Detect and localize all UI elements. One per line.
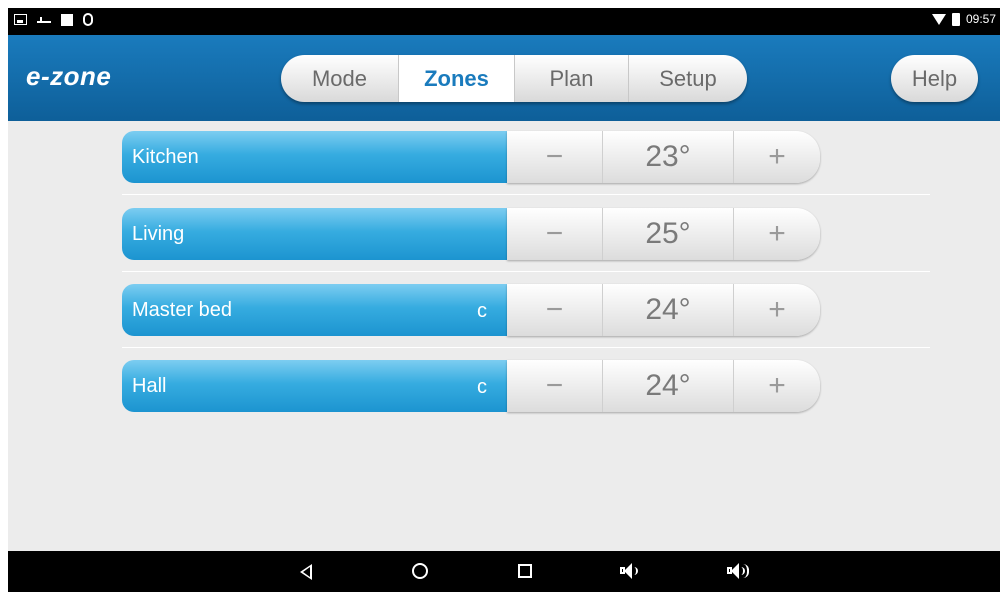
status-bar: 09:57	[8, 8, 1000, 35]
temperature-control: − 24° +	[507, 284, 820, 336]
tab-mode[interactable]: Mode	[281, 55, 399, 102]
divider	[122, 347, 930, 348]
tab-setup[interactable]: Setup	[629, 55, 747, 102]
zone-row-living: Living − 25° +	[122, 208, 820, 260]
help-button[interactable]: Help	[891, 55, 978, 102]
usb-icon	[37, 17, 51, 23]
recents-icon[interactable]	[518, 564, 532, 578]
zone-name: Kitchen	[132, 145, 199, 168]
image-icon	[14, 14, 27, 25]
zone-flag: c	[477, 300, 487, 322]
temperature-value: 24°	[603, 360, 734, 412]
wifi-icon	[931, 13, 946, 25]
back-icon[interactable]	[300, 564, 312, 580]
zone-name: Living	[132, 222, 185, 245]
divider	[122, 271, 930, 272]
temperature-value: 25°	[603, 208, 734, 260]
battery-icon	[951, 12, 960, 26]
screen: 09:57 e-zone Mode Zones Plan Setup Help …	[8, 8, 1000, 592]
zone-row-hall: Hall c − 24° +	[122, 360, 820, 412]
increase-button[interactable]: +	[734, 208, 820, 260]
home-icon[interactable]	[412, 563, 428, 579]
status-time: 09:57	[965, 12, 996, 26]
temperature-value: 24°	[603, 284, 734, 336]
increase-button[interactable]: +	[734, 284, 820, 336]
app-logo: e-zone	[26, 61, 112, 91]
tab-bar: Mode Zones Plan Setup	[281, 55, 747, 102]
app-bar: e-zone Mode Zones Plan Setup Help	[8, 35, 1000, 121]
temperature-control: − 24° +	[507, 360, 820, 412]
zone-row-kitchen: Kitchen − 23° +	[122, 131, 820, 183]
increase-button[interactable]: +	[734, 131, 820, 183]
zone-name-button[interactable]: Hall c	[122, 360, 507, 412]
increase-button[interactable]: +	[734, 360, 820, 412]
zone-row-master-bed: Master bed c − 24° +	[122, 284, 820, 336]
temperature-control: − 23° +	[507, 131, 820, 183]
tab-plan[interactable]: Plan	[515, 55, 629, 102]
zone-name-button[interactable]: Living	[122, 208, 507, 260]
zone-name: Master bed	[132, 298, 233, 321]
zone-flag: c	[477, 376, 487, 398]
square-icon	[61, 13, 73, 26]
decrease-button[interactable]: −	[507, 284, 603, 336]
zone-name-button[interactable]: Master bed c	[122, 284, 507, 336]
temperature-value: 23°	[603, 131, 734, 183]
navigation-bar	[8, 551, 1000, 592]
volume-up-icon[interactable]	[727, 563, 749, 579]
divider	[122, 194, 930, 195]
decrease-button[interactable]: −	[507, 131, 603, 183]
decrease-button[interactable]: −	[507, 208, 603, 260]
zone-name-button[interactable]: Kitchen	[122, 131, 507, 183]
tab-zones[interactable]: Zones	[399, 55, 515, 102]
debug-icon	[83, 13, 93, 26]
volume-down-icon[interactable]	[620, 563, 638, 579]
decrease-button[interactable]: −	[507, 360, 603, 412]
zone-name: Hall	[132, 374, 167, 397]
temperature-control: − 25° +	[507, 208, 820, 260]
